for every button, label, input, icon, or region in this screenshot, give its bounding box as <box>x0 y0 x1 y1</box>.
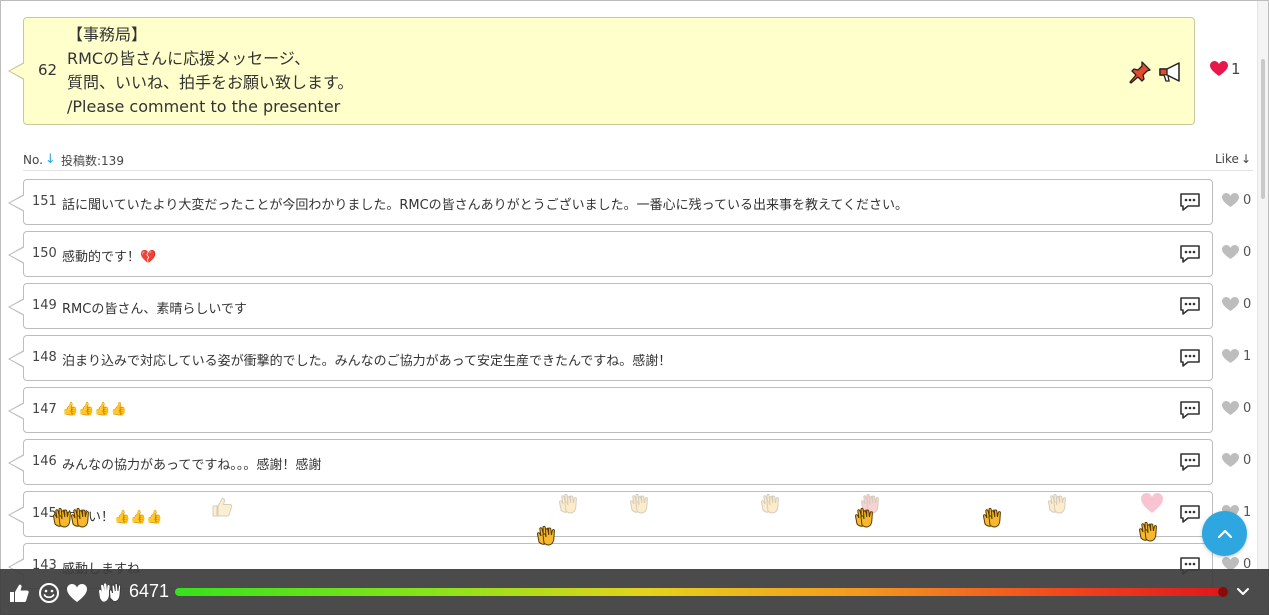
comment-like-button[interactable]: 1 <box>1222 349 1251 364</box>
pinned-comment-text: 【事務局】 RMCの皆さんに応援メッセージ、 質問、いいね、拍手をお願い致します… <box>67 23 353 119</box>
reaction-meter <box>175 588 1225 596</box>
comment-like-button[interactable]: 0 <box>1222 297 1251 312</box>
clap-icon <box>758 492 782 516</box>
comment-number: 146 <box>32 454 57 469</box>
pinned-line: /Please comment to the presenter <box>67 97 341 116</box>
reply-icon[interactable] <box>1179 504 1201 524</box>
sort-by-number-button[interactable]: No. ↓ <box>23 152 56 167</box>
chevron-up-icon <box>1217 529 1232 538</box>
comment-like-count: 1 <box>1243 505 1252 520</box>
comment-item: 149 RMCの皆さん、素晴らしいです <box>8 283 1213 329</box>
comment-item: 147 👍👍👍👍 <box>8 387 1213 433</box>
sort-by-like-button[interactable]: Like ↓ <box>1215 152 1251 166</box>
heart-icon[interactable] <box>66 582 88 604</box>
clap-icon <box>1136 520 1160 544</box>
scrollbar[interactable] <box>1257 1 1268 569</box>
comment-text: 話に聞いていたより大変だったことが今回わかりました。RMCの皆さんありがとうござ… <box>62 198 908 213</box>
clap-icon <box>1045 492 1069 516</box>
pin-icon[interactable] <box>1128 60 1152 84</box>
comment-number: 150 <box>32 246 57 261</box>
comment-like-count: 0 <box>1243 401 1252 416</box>
comment-item: 150 感動的です！💔 <box>8 231 1213 277</box>
post-count: 投稿数:139 <box>61 154 124 168</box>
reaction-bar: 6471 <box>0 569 1269 615</box>
reaction-meter-end <box>1218 587 1228 597</box>
thumbs-up-icon[interactable] <box>8 582 30 604</box>
comment-number: 147 <box>32 402 57 417</box>
heart-icon <box>1210 61 1228 76</box>
pinned-like-button[interactable]: 1 <box>1210 60 1241 78</box>
heart-icon <box>1222 297 1239 311</box>
pinned-comment: 62 【事務局】 RMCの皆さんに応援メッセージ、 質問、いいね、拍手をお願い致… <box>8 17 1195 125</box>
heart-icon <box>1222 401 1239 415</box>
clap-icon <box>556 492 580 516</box>
pinned-line: RMCの皆さんに応援メッセージ、 <box>67 49 311 68</box>
reply-icon[interactable] <box>1179 296 1201 316</box>
comment-like-count: 0 <box>1243 245 1252 260</box>
comment-like-count: 0 <box>1243 297 1252 312</box>
comment-text: 感動的です！💔 <box>62 250 157 265</box>
comment-like-button[interactable]: 0 <box>1222 401 1251 416</box>
comment-like-button[interactable]: 0 <box>1222 245 1251 260</box>
comment-item: 148 泊まり込みで対応している姿が衝撃的でした。みんなのご協力があって安定生産で… <box>8 335 1213 381</box>
chevron-down-icon[interactable] <box>1234 582 1252 600</box>
clap-icon <box>534 524 558 548</box>
comment-like-count: 0 <box>1243 453 1252 468</box>
clap-icon[interactable] <box>96 582 124 604</box>
arrow-down-icon: ↓ <box>44 152 56 167</box>
arrow-down-icon: ↓ <box>1240 152 1251 166</box>
comment-like-count: 0 <box>1243 193 1252 208</box>
pinned-line: 質問、いいね、拍手をお願い致します。 <box>67 73 354 92</box>
comment-list-header: No. ↓ 投稿数:139 Like ↓ <box>23 151 1253 171</box>
heart-icon <box>1222 245 1239 259</box>
reaction-count: 6471 <box>129 581 170 601</box>
comment-number: 149 <box>32 298 57 313</box>
clap-icon <box>858 492 882 516</box>
heart-icon <box>1222 453 1239 467</box>
megaphone-icon[interactable] <box>1157 60 1185 84</box>
comment-text: RMCの皆さん、素晴らしいです <box>62 302 247 317</box>
comment-item: 146 みんなの協力があってですね。。。感謝！感謝 <box>8 439 1213 485</box>
comment-like-button[interactable]: 0 <box>1222 193 1251 208</box>
reply-icon[interactable] <box>1179 452 1201 472</box>
clap-icon <box>980 506 1004 530</box>
thumbs-up-icon <box>210 495 234 519</box>
comment-text: みんなの協力があってですね。。。感謝！感謝 <box>62 458 322 473</box>
clap-icon <box>627 492 651 516</box>
comment-text: 泊まり込みで対応している姿が衝撃的でした。みんなのご協力があって安定生産できたん… <box>62 354 672 369</box>
pinned-comment-number: 62 <box>38 61 58 79</box>
sort-like-label: Like <box>1215 152 1239 166</box>
reply-icon[interactable] <box>1179 192 1201 212</box>
clap-icon <box>68 506 92 530</box>
pinned-line: 【事務局】 <box>67 25 148 44</box>
comment-text: 👍👍👍👍 <box>62 402 127 417</box>
heart-icon <box>1222 349 1239 363</box>
scroll-top-button[interactable] <box>1202 511 1247 556</box>
reply-icon[interactable] <box>1179 400 1201 420</box>
comment-like-count: 1 <box>1243 349 1252 364</box>
heart-icon <box>1222 193 1239 207</box>
heart-icon <box>1140 492 1164 516</box>
smile-icon[interactable] <box>38 582 60 604</box>
comment-like-button[interactable]: 0 <box>1222 453 1251 468</box>
comment-number: 148 <box>32 350 57 365</box>
comment-item: 145 すごい！👍👍👍 <box>8 491 1213 537</box>
comment-number: 151 <box>32 194 57 209</box>
reply-icon[interactable] <box>1179 348 1201 368</box>
pinned-like-count: 1 <box>1231 60 1241 78</box>
sort-number-label: No. <box>23 152 43 167</box>
comment-item: 151 話に聞いていたより大変だったことが今回わかりました。RMCの皆さんありがと… <box>8 179 1213 225</box>
reply-icon[interactable] <box>1179 244 1201 264</box>
scrollbar-thumb[interactable] <box>1261 59 1265 199</box>
